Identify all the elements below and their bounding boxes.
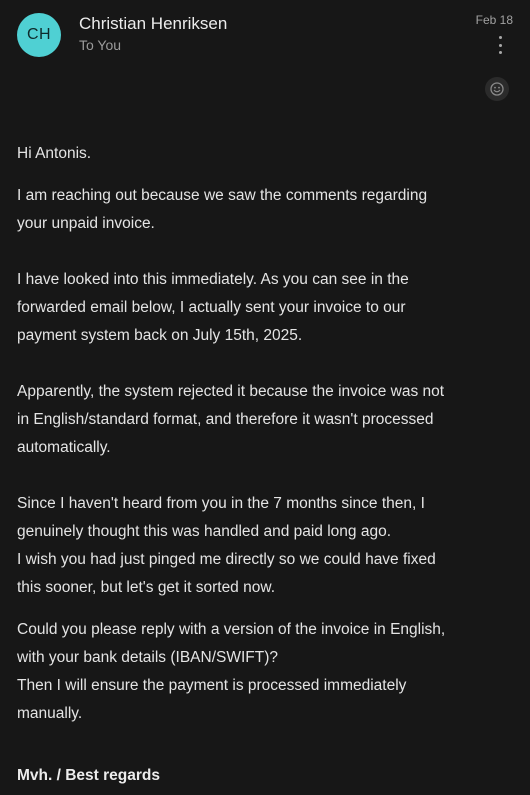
emoji-smiley-icon [490, 82, 504, 96]
email-date: Feb 18 [475, 13, 513, 27]
body-paragraph: Apparently, the system rejected it becau… [17, 383, 445, 456]
body-paragraph: I have looked into this immediately. As … [17, 271, 409, 344]
more-vertical-icon-dot [498, 51, 502, 54]
avatar[interactable]: CH [17, 13, 61, 57]
body-paragraph: Since I haven't heard from you in the 7 … [17, 495, 436, 596]
signoff: Mvh. / Best regards [17, 767, 160, 784]
email-view: CH Christian Henriksen To You Feb 18 Hi … [0, 0, 530, 795]
greeting: Hi Antonis. [17, 145, 92, 162]
more-vertical-icon [498, 36, 502, 39]
body-paragraph: Could you please reply with a version of… [17, 621, 446, 722]
emoji-reaction-button[interactable] [485, 77, 509, 101]
more-options-button[interactable] [492, 34, 508, 56]
email-body: Hi Antonis. I am reaching out because we… [17, 140, 517, 728]
more-vertical-icon-dot [498, 43, 502, 47]
body-paragraph: I am reaching out because we saw the com… [17, 187, 428, 232]
recipient-line[interactable]: To You [79, 37, 121, 53]
sender-name[interactable]: Christian Henriksen [79, 14, 227, 34]
